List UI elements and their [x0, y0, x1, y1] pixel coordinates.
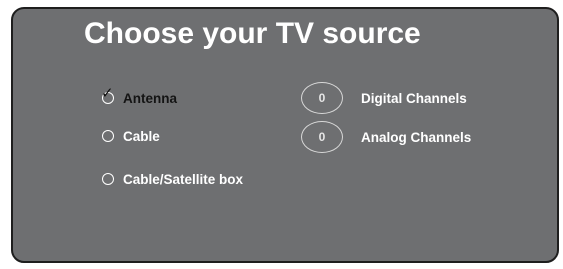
radio-empty-icon — [101, 129, 115, 143]
radio-checked-icon: ✓ — [101, 85, 115, 105]
tv-source-dialog: Choose your TV source ✓ Antenna Cable Ca… — [11, 7, 559, 263]
digital-channels-row: 0 Digital Channels — [301, 80, 467, 116]
source-option-cable-satellite-box[interactable]: Cable/Satellite box — [101, 169, 243, 189]
radio-empty-icon — [101, 172, 115, 186]
checkmark-icon: ✓ — [101, 85, 114, 102]
source-option-cable[interactable]: Cable — [101, 126, 160, 146]
analog-channels-row: 0 Analog Channels — [301, 119, 471, 155]
analog-channels-label: Analog Channels — [361, 129, 472, 145]
dialog-title: Choose your TV source — [84, 17, 421, 50]
digital-channels-count: 0 — [301, 82, 343, 114]
digital-channels-label: Digital Channels — [361, 90, 467, 106]
source-option-antenna[interactable]: ✓ Antenna — [101, 85, 177, 108]
source-option-label: Cable/Satellite box — [123, 171, 244, 187]
source-option-label: Antenna — [123, 90, 177, 106]
source-option-label: Cable — [123, 128, 160, 144]
analog-channels-count: 0 — [301, 121, 343, 153]
